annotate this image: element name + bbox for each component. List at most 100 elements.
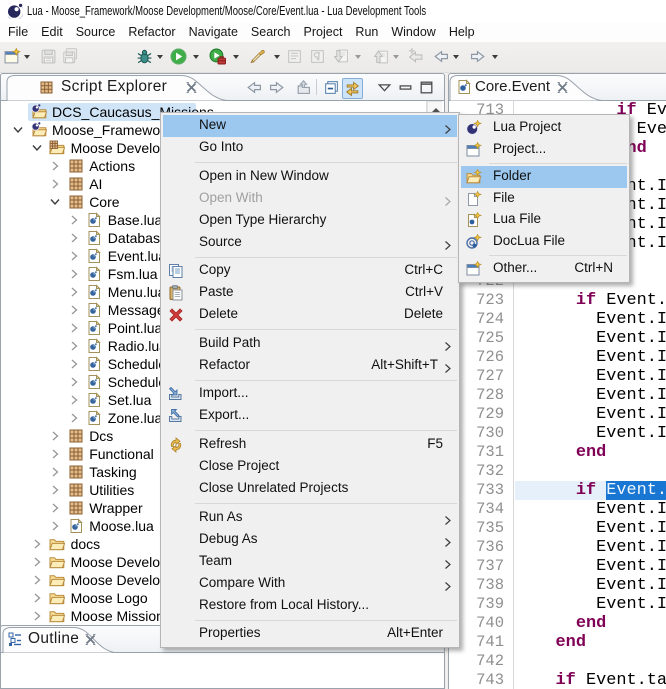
tab-script-explorer[interactable]: Script Explorer	[6, 74, 234, 101]
menu-item-export[interactable]: Export...	[161, 405, 459, 427]
chevron-right-icon[interactable]	[31, 538, 43, 550]
close-icon[interactable]	[186, 82, 197, 93]
menu-item-label: DocLua File	[493, 233, 565, 248]
chevron-right-icon[interactable]	[68, 286, 80, 298]
menu-item-copy[interactable]: CopyCtrl+C	[161, 260, 459, 282]
menu-item-refactor[interactable]: RefactorAlt+Shift+T	[161, 355, 459, 377]
chevron-right-icon[interactable]	[49, 430, 61, 442]
chevron-right-icon[interactable]	[31, 574, 43, 586]
menu-item-folder[interactable]: Folder	[459, 166, 629, 188]
new-wizard-button-dropdown-icon[interactable]	[24, 55, 30, 59]
menubar-item-project[interactable]: Project	[304, 22, 343, 42]
maximize-button[interactable]	[417, 78, 436, 97]
chevron-right-icon[interactable]	[68, 214, 80, 226]
menubar-item-refactor[interactable]: Refactor	[128, 22, 175, 42]
chevron-right-icon[interactable]	[68, 376, 80, 388]
chevron-right-icon[interactable]	[68, 412, 80, 424]
menubar-item-window[interactable]: Window	[391, 22, 435, 42]
chevron-right-icon[interactable]	[31, 592, 43, 604]
chevron-right-icon[interactable]	[68, 394, 80, 406]
back-button-dropdown-icon[interactable]	[453, 55, 459, 59]
chevron-right-icon[interactable]	[49, 448, 61, 460]
close-icon[interactable]	[85, 634, 96, 645]
mark-occurrences-button-dropdown-icon[interactable]	[274, 55, 280, 59]
menubar-item-help[interactable]: Help	[449, 22, 475, 42]
back-button[interactable]	[432, 48, 449, 65]
menu-item-team[interactable]: Team	[161, 551, 459, 573]
menu-item-file[interactable]: File	[459, 188, 629, 210]
menu-item-open-type-hierarchy[interactable]: Open Type Hierarchy	[161, 210, 459, 232]
run-button-dropdown-icon[interactable]	[193, 55, 199, 59]
chevron-right-icon[interactable]	[49, 520, 61, 532]
menu-item-new[interactable]: New	[161, 115, 459, 137]
debug-button-dropdown-icon[interactable]	[157, 55, 163, 59]
chevron-right-icon[interactable]	[68, 232, 80, 244]
menu-item-project[interactable]: Project...	[459, 139, 629, 161]
menubar-item-edit[interactable]: Edit	[41, 22, 63, 42]
chevron-right-icon[interactable]	[68, 250, 80, 262]
debug-button[interactable]	[136, 48, 153, 65]
menu-item-delete[interactable]: DeleteDelete	[161, 304, 459, 326]
tree-item-label: Fsm.lua	[108, 266, 158, 282]
menu-item-debug-as[interactable]: Debug As	[161, 529, 459, 551]
chevron-right-icon[interactable]	[68, 322, 80, 334]
menu-item-paste[interactable]: PasteCtrl+V	[161, 282, 459, 304]
run-button[interactable]	[170, 48, 187, 65]
menu-item-go-into[interactable]: Go Into	[161, 137, 459, 159]
menu-item-import[interactable]: Import...	[161, 383, 459, 405]
menu-item-label: Refresh	[199, 436, 246, 451]
previous-edit-location-button	[372, 48, 389, 65]
menu-item-build-path[interactable]: Build Path	[161, 333, 459, 355]
menu-item-run-as[interactable]: Run As	[161, 507, 459, 529]
chevron-down-icon[interactable]	[12, 124, 24, 136]
tab-outline[interactable]: Outline	[2, 626, 122, 653]
new-wizard-button[interactable]	[4, 48, 21, 65]
chevron-right-icon[interactable]	[49, 160, 61, 172]
menu-item-lua-file[interactable]: Lua File	[459, 209, 629, 231]
view-up-button[interactable]	[294, 78, 313, 97]
view-menu-button[interactable]	[375, 78, 394, 97]
chevron-right-icon[interactable]	[68, 340, 80, 352]
other-new-icon	[466, 261, 482, 277]
chevron-down-icon[interactable]	[31, 142, 43, 154]
chevron-right-icon[interactable]	[68, 358, 80, 370]
menu-item-lua-project[interactable]: Lua Project	[459, 117, 629, 139]
menu-item-compare-with[interactable]: Compare With	[161, 573, 459, 595]
chevron-right-icon[interactable]	[49, 502, 61, 514]
link-with-editor-button[interactable]	[342, 78, 363, 99]
menubar-item-search[interactable]: Search	[251, 22, 291, 42]
forward-button-dropdown-icon[interactable]	[492, 55, 498, 59]
tab-core-event[interactable]: Core.Event	[449, 74, 609, 101]
menu-item-refresh[interactable]: RefreshF5	[161, 434, 459, 456]
collapse-all-button[interactable]	[322, 78, 341, 97]
chevron-right-icon[interactable]	[31, 556, 43, 568]
chevron-right-icon[interactable]	[68, 268, 80, 280]
chevron-right-icon[interactable]	[31, 610, 43, 622]
menu-item-doclua-file[interactable]: DocLua File	[459, 231, 629, 253]
chevron-right-icon[interactable]	[49, 484, 61, 496]
chevron-down-icon[interactable]	[49, 196, 61, 208]
forward-button[interactable]	[470, 48, 487, 65]
menu-item-restore-from-local-history[interactable]: Restore from Local History...	[161, 595, 459, 617]
run-external-button-dropdown-icon[interactable]	[233, 55, 239, 59]
menu-item-source[interactable]: Source	[161, 232, 459, 254]
run-external-button[interactable]	[209, 48, 226, 65]
menubar-item-file[interactable]: File	[8, 22, 28, 42]
import-icon	[168, 386, 184, 402]
chevron-right-icon[interactable]	[49, 466, 61, 478]
menu-item-open-in-new-window[interactable]: Open in New Window	[161, 166, 459, 188]
menu-item-close-project[interactable]: Close Project	[161, 456, 459, 478]
view-forward-button[interactable]	[268, 78, 287, 97]
menubar-item-source[interactable]: Source	[76, 22, 116, 42]
minimize-button[interactable]	[396, 78, 415, 97]
menu-item-close-unrelated-projects[interactable]: Close Unrelated Projects	[161, 478, 459, 500]
menu-item-properties[interactable]: PropertiesAlt+Enter	[161, 623, 459, 645]
menubar-item-navigate[interactable]: Navigate	[189, 22, 238, 42]
menubar-item-run[interactable]: Run	[355, 22, 378, 42]
chevron-right-icon[interactable]	[68, 304, 80, 316]
menu-item-other[interactable]: Other...Ctrl+N	[459, 258, 629, 280]
chevron-right-icon[interactable]	[49, 178, 61, 190]
close-icon[interactable]	[557, 82, 568, 93]
view-back-button[interactable]	[244, 78, 263, 97]
mark-occurrences-button[interactable]	[249, 48, 266, 65]
